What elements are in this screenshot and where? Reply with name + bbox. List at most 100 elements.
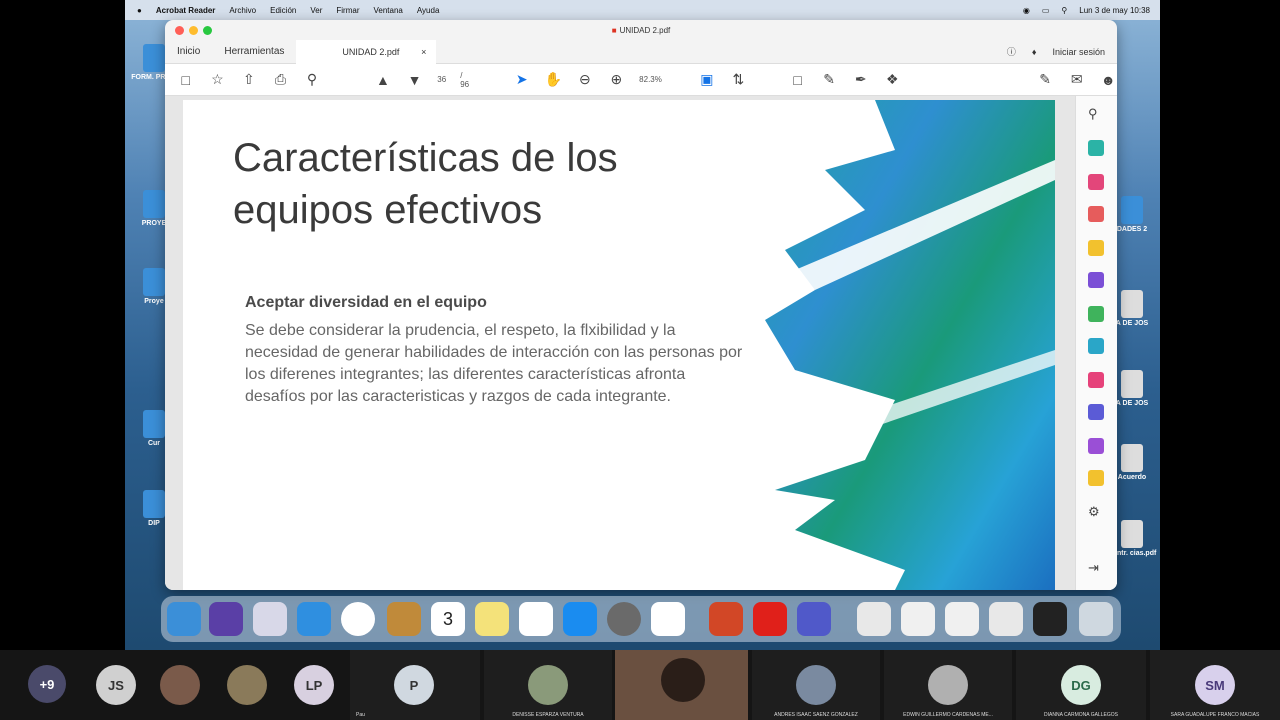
tab-inicio[interactable]: Inicio xyxy=(165,46,212,57)
print-icon[interactable]: ⎙ xyxy=(272,71,290,88)
fill-sign-tool-icon[interactable] xyxy=(1088,372,1104,388)
export-pdf-icon[interactable] xyxy=(1088,140,1104,156)
menu-edicion[interactable]: Edición xyxy=(270,6,296,15)
fill-sign-icon[interactable]: ✎ xyxy=(1036,71,1054,88)
page-up-icon[interactable]: ▲ xyxy=(374,72,392,88)
participant-tile[interactable]: ANDRES ISAAC SAENZ GONZALEZ xyxy=(752,650,880,720)
apple-icon[interactable]: ● xyxy=(137,6,142,15)
system-preferences-icon[interactable] xyxy=(607,602,641,636)
siri-icon[interactable] xyxy=(209,602,243,636)
signin-button[interactable]: Iniciar sesión xyxy=(1052,47,1105,57)
reminders-icon[interactable] xyxy=(519,602,553,636)
scan-icon[interactable] xyxy=(1088,338,1104,354)
close-tab-icon[interactable]: × xyxy=(421,47,426,57)
more-tools-icon[interactable]: ⚙ xyxy=(1088,504,1104,520)
collapse-panel-icon[interactable]: ⇥ xyxy=(1088,560,1104,576)
star-icon[interactable]: ☆ xyxy=(209,71,227,88)
avatar: LP xyxy=(294,665,334,705)
acrobat-icon[interactable] xyxy=(753,602,787,636)
participants-gallery: +9 JS LP P Pau DENISSE ESPARZA VENTURA AN… xyxy=(0,650,1280,720)
participant-tile[interactable]: DENISSE ESPARZA VENTURA xyxy=(484,650,612,720)
create-pdf-icon[interactable] xyxy=(1088,174,1104,190)
menu-app-name[interactable]: Acrobat Reader xyxy=(156,6,216,15)
teams-icon[interactable] xyxy=(797,602,831,636)
organize-icon[interactable] xyxy=(1088,306,1104,322)
participant-tile[interactable] xyxy=(227,650,267,720)
combine-icon[interactable] xyxy=(1088,272,1104,288)
participant-tile[interactable]: SM SARA GUADALUPE FRANCO MACIAS xyxy=(1150,650,1280,720)
scroll-mode-icon[interactable]: ⇅ xyxy=(730,71,748,88)
sign-tool-icon[interactable] xyxy=(1088,438,1104,454)
window-title: UNIDAD 2.pdf xyxy=(619,25,671,35)
app-store-icon[interactable] xyxy=(563,602,597,636)
sign-icon[interactable]: ✒ xyxy=(852,71,870,88)
mail-icon[interactable]: ✉ xyxy=(1068,71,1086,88)
recent-doc-icon[interactable] xyxy=(857,602,891,636)
recent-doc-icon[interactable] xyxy=(901,602,935,636)
launchpad-icon[interactable] xyxy=(253,602,287,636)
zoom-tool-icon[interactable]: ⚲ xyxy=(1088,106,1104,122)
wifi-icon[interactable]: ◉ xyxy=(1023,6,1030,15)
participant-tile[interactable]: +9 xyxy=(0,650,96,720)
powerpoint-icon[interactable] xyxy=(709,602,743,636)
zoom-window-button[interactable] xyxy=(203,26,212,35)
page-total: / 96 xyxy=(460,70,470,89)
chrome-icon[interactable] xyxy=(341,602,375,636)
recent-doc-icon[interactable] xyxy=(989,602,1023,636)
protect-icon[interactable] xyxy=(1088,404,1104,420)
menu-archivo[interactable]: Archivo xyxy=(229,6,256,15)
search-icon[interactable]: ⚲ xyxy=(303,71,321,88)
menu-ver[interactable]: Ver xyxy=(310,6,322,15)
menu-ventana[interactable]: Ventana xyxy=(373,6,402,15)
participant-tile[interactable] xyxy=(160,650,200,720)
calendar-icon[interactable]: 3 xyxy=(431,602,465,636)
avatar: DG xyxy=(1061,665,1101,705)
tab-herramientas[interactable]: Herramientas xyxy=(212,46,296,57)
recent-doc-icon[interactable] xyxy=(945,602,979,636)
participant-tile[interactable]: JS xyxy=(96,650,136,720)
tab-document[interactable]: UNIDAD 2.pdf × xyxy=(296,39,437,64)
slide-title: Características de los equipos efectivos xyxy=(233,136,618,232)
photos-icon[interactable] xyxy=(651,602,685,636)
edit-pdf-icon[interactable] xyxy=(1088,206,1104,222)
help-icon[interactable]: ⓘ xyxy=(1007,45,1016,58)
comment-icon[interactable]: □ xyxy=(789,72,807,88)
participant-tile[interactable]: EDWIN GUILLERMO CARDENAS ME... xyxy=(884,650,1012,720)
share-tool-icon[interactable] xyxy=(1088,470,1104,486)
toolbar: □ ☆ ⇧ ⎙ ⚲ ▲ ▼ 36 / 96 ➤ ✋ ⊖ ⊕ 82.3% ▣ ⇅ … xyxy=(165,64,1117,96)
page-down-icon[interactable]: ▼ xyxy=(406,72,424,88)
zoom-dropdown[interactable]: 82.3% xyxy=(639,75,684,84)
zoom-out-icon[interactable]: ⊖ xyxy=(576,71,594,88)
recent-doc-icon[interactable] xyxy=(1033,602,1067,636)
share-user-icon[interactable]: ☻ xyxy=(1100,72,1118,88)
tools-sidebar: ⚲ ⚙ ⇥ xyxy=(1075,96,1117,590)
trash-icon[interactable] xyxy=(1079,602,1113,636)
battery-icon[interactable]: ▭ xyxy=(1042,6,1050,15)
search-icon[interactable]: ⚲ xyxy=(1061,6,1067,15)
save-icon[interactable]: □ xyxy=(177,72,195,88)
pen-icon[interactable]: ✎ xyxy=(820,71,838,88)
notifications-icon[interactable]: ♦ xyxy=(1032,47,1037,57)
clock-text[interactable]: Lun 3 de may 10:38 xyxy=(1079,6,1150,15)
minimize-window-button[interactable] xyxy=(189,26,198,35)
participant-tile[interactable]: P Pau xyxy=(350,650,480,720)
finder-icon[interactable] xyxy=(167,602,201,636)
contacts-icon[interactable] xyxy=(387,602,421,636)
active-speaker-tile[interactable] xyxy=(615,650,748,720)
safari-icon[interactable] xyxy=(297,602,331,636)
comment-tool-icon[interactable] xyxy=(1088,240,1104,256)
avatar xyxy=(928,665,968,705)
page-view-icon[interactable]: ▣ xyxy=(698,71,716,88)
stamp-icon[interactable]: ❖ xyxy=(884,71,902,88)
menu-firmar[interactable]: Firmar xyxy=(336,6,359,15)
close-window-button[interactable] xyxy=(175,26,184,35)
participant-tile[interactable]: DG DIANNA CARMONA GALLEGOS xyxy=(1016,650,1146,720)
menu-ayuda[interactable]: Ayuda xyxy=(417,6,440,15)
upload-icon[interactable]: ⇧ xyxy=(240,71,258,88)
notes-icon[interactable] xyxy=(475,602,509,636)
page-number-field[interactable]: 36 xyxy=(437,75,446,84)
hand-icon[interactable]: ✋ xyxy=(544,71,562,88)
select-cursor-icon[interactable]: ➤ xyxy=(513,71,531,88)
participant-tile[interactable]: LP xyxy=(294,650,334,720)
zoom-in-icon[interactable]: ⊕ xyxy=(608,71,626,88)
